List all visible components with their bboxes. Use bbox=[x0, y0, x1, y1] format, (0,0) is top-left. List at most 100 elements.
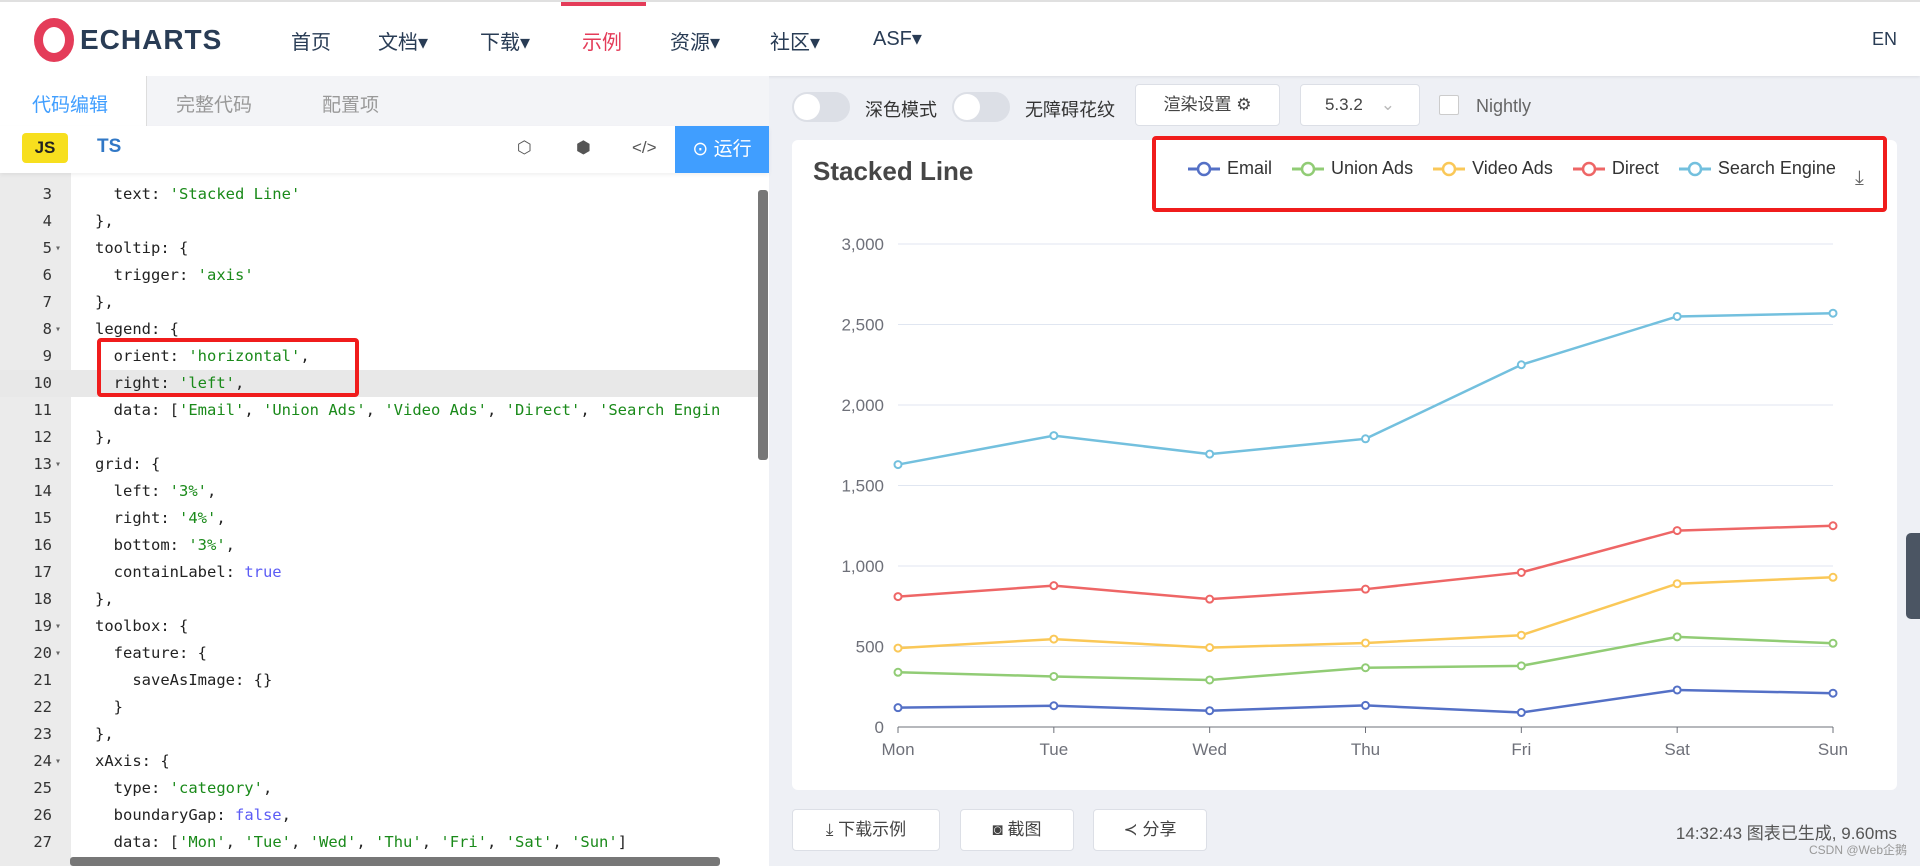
code-token: 'Union Ads' bbox=[263, 401, 366, 419]
nav-community[interactable]: 社区▾ bbox=[770, 26, 820, 55]
data-point bbox=[1516, 630, 1526, 640]
code-line[interactable]: 3 text: 'Stacked Line' bbox=[0, 181, 758, 208]
fold-arrow-icon[interactable]: ▾ bbox=[55, 451, 61, 478]
download-example-button[interactable]: ⤓ 下载示例 bbox=[792, 809, 940, 851]
code-token: right: bbox=[95, 509, 179, 527]
code-text: } bbox=[95, 694, 123, 721]
code-line[interactable]: 21 saveAsImage: {} bbox=[0, 667, 758, 694]
vertical-scrollbar[interactable] bbox=[758, 190, 768, 460]
aria-label: 无障碍花纹 bbox=[1025, 100, 1115, 120]
data-point bbox=[1205, 675, 1215, 685]
data-point bbox=[1205, 449, 1215, 459]
code-line[interactable]: 11 data: ['Email', 'Union Ads', 'Video A… bbox=[0, 397, 758, 424]
nav-docs[interactable]: 文档▾ bbox=[378, 26, 428, 55]
data-point bbox=[1049, 581, 1059, 591]
line-number: 23 bbox=[33, 725, 52, 743]
code-line[interactable]: 16 bottom: '3%', bbox=[0, 532, 758, 559]
data-point bbox=[1361, 663, 1370, 673]
dark-mode-toggle[interactable] bbox=[792, 92, 850, 122]
ts-toggle[interactable]: TS bbox=[97, 136, 121, 158]
nav-home[interactable]: 首页 bbox=[291, 26, 331, 55]
code-line[interactable]: 20 ▾ feature: { bbox=[0, 640, 758, 667]
code-line[interactable]: 12}, bbox=[0, 424, 758, 451]
code-token: legend: { bbox=[95, 320, 179, 338]
code-token: text: bbox=[95, 185, 170, 203]
fold-arrow-icon[interactable]: ▾ bbox=[55, 748, 61, 775]
code-line[interactable]: 18}, bbox=[0, 586, 758, 613]
code-area[interactable]: 3 text: 'Stacked Line' 4}, 5 ▾ tooltip: {6 t… bbox=[0, 181, 758, 861]
screenshot-button[interactable]: ◙ 截图 bbox=[960, 809, 1074, 851]
line-number: 21 bbox=[33, 671, 52, 689]
code-line[interactable]: 24 ▾ xAxis: { bbox=[0, 748, 758, 775]
code-token: , bbox=[580, 401, 599, 419]
code-line[interactable]: 27 data: ['Mon', 'Tue', 'Wed', 'Thu', 'F… bbox=[0, 829, 758, 856]
data-point bbox=[1049, 634, 1059, 644]
side-widget[interactable] bbox=[1906, 533, 1920, 619]
code-token: toolbox: { bbox=[95, 617, 189, 635]
fold-arrow-icon[interactable]: ▾ bbox=[55, 235, 61, 262]
code-line[interactable]: 17 containLabel: true bbox=[0, 559, 758, 586]
tab-code-edit[interactable]: 代码编辑 bbox=[32, 90, 108, 117]
echarts-logo[interactable]: ECHARTS bbox=[34, 18, 222, 62]
code-text: left: '3%', bbox=[95, 478, 217, 505]
nav-download[interactable]: 下载▾ bbox=[480, 26, 530, 55]
fold-arrow-icon[interactable]: ▾ bbox=[55, 316, 61, 343]
codesandbox-icon[interactable]: ⬢ bbox=[576, 138, 591, 158]
run-button[interactable]: ⊙ 运行 bbox=[675, 126, 769, 173]
y-tick-label: 2,000 bbox=[841, 396, 884, 415]
code-token: , bbox=[365, 401, 385, 419]
x-tick-label: Sat bbox=[1664, 740, 1690, 759]
code-line[interactable]: 26 boundaryGap: false, bbox=[0, 802, 758, 829]
code-text: right: '4%', bbox=[95, 505, 226, 532]
code-token: , bbox=[244, 401, 263, 419]
code-line[interactable]: 14 left: '3%', bbox=[0, 478, 758, 505]
code-token: 'Tue' bbox=[244, 833, 292, 851]
code-token: xAxis: { bbox=[95, 752, 170, 770]
line-number: 8 bbox=[42, 320, 52, 338]
code-line[interactable]: 19 ▾ toolbox: { bbox=[0, 613, 758, 640]
nav-examples[interactable]: 示例 bbox=[582, 26, 622, 55]
data-point bbox=[1049, 701, 1059, 711]
code-text: tooltip: { bbox=[95, 235, 188, 262]
code-format-icon[interactable]: </> bbox=[632, 138, 657, 158]
line-number: 25 bbox=[33, 779, 52, 797]
line-number: 6 bbox=[42, 266, 52, 284]
data-point bbox=[1049, 671, 1059, 681]
code-line[interactable]: 5 ▾ tooltip: { bbox=[0, 235, 758, 262]
codepen-icon[interactable]: ⬡ bbox=[517, 138, 532, 158]
code-line[interactable]: 23}, bbox=[0, 721, 758, 748]
fold-arrow-icon[interactable]: ▾ bbox=[55, 613, 61, 640]
line-number: 7 bbox=[42, 293, 52, 311]
dark-mode-label: 深色模式 bbox=[865, 100, 937, 120]
code-line[interactable]: 22 } bbox=[0, 694, 758, 721]
code-line[interactable]: 4}, bbox=[0, 208, 758, 235]
code-token: , bbox=[262, 779, 273, 797]
code-text: xAxis: { bbox=[95, 748, 170, 775]
render-settings-button[interactable]: 渲染设置 ⚙ bbox=[1135, 84, 1280, 126]
language-switch[interactable]: EN bbox=[1872, 29, 1897, 50]
horizontal-scrollbar[interactable] bbox=[70, 857, 720, 866]
code-line[interactable]: 25 type: 'category', bbox=[0, 775, 758, 802]
code-token: 'Sat' bbox=[505, 833, 553, 851]
tab-options[interactable]: 配置项 bbox=[322, 90, 379, 117]
tab-full-code[interactable]: 完整代码 bbox=[176, 90, 252, 117]
aria-toggle[interactable] bbox=[952, 92, 1010, 122]
code-token: 'Search Engin bbox=[598, 401, 721, 419]
line-number: 24 bbox=[33, 752, 52, 770]
code-text: toolbox: { bbox=[95, 613, 188, 640]
nav-asf[interactable]: ASF▾ bbox=[873, 26, 922, 51]
code-line[interactable]: 15 right: '4%', bbox=[0, 505, 758, 532]
code-line[interactable]: 6 trigger: 'axis' bbox=[0, 262, 758, 289]
code-token: 'axis' bbox=[197, 266, 254, 284]
version-select[interactable]: 5.3.2 ⌄ bbox=[1300, 84, 1420, 126]
y-tick-label: 1,000 bbox=[841, 557, 884, 576]
share-button[interactable]: ≺ 分享 bbox=[1093, 809, 1207, 851]
code-text: }, bbox=[95, 424, 114, 451]
fold-arrow-icon[interactable]: ▾ bbox=[55, 640, 61, 667]
nightly-checkbox[interactable] bbox=[1439, 95, 1459, 115]
code-line[interactable]: 7}, bbox=[0, 289, 758, 316]
nav-resources[interactable]: 资源▾ bbox=[670, 26, 720, 55]
code-line[interactable]: 13 ▾ grid: { bbox=[0, 451, 758, 478]
x-tick-label: Sun bbox=[1818, 740, 1848, 759]
js-toggle[interactable]: JS bbox=[22, 133, 68, 163]
